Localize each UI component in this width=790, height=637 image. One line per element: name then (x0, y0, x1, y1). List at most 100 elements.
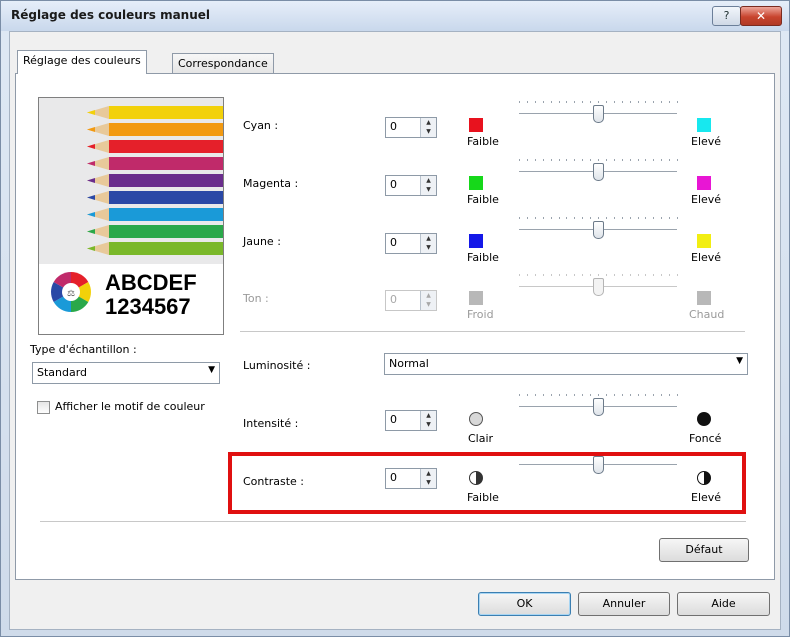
low-label: Faible (467, 135, 499, 148)
high-label: Elevé (691, 135, 722, 148)
row-label: Cyan : (243, 119, 279, 132)
color-wheel-icon: ⚖ (49, 270, 93, 314)
row-spinner: 0 ▲ ▼ (385, 290, 437, 311)
preview-text-digits: 1234567 (105, 294, 191, 319)
spin-up-icon[interactable]: ▲ (421, 411, 436, 420)
pencil-body (109, 157, 223, 170)
spin-up-icon[interactable]: ▲ (421, 234, 436, 243)
slider-thumb[interactable] (593, 278, 604, 296)
high-swatch-icon (697, 118, 711, 132)
sample-type-label: Type d'échantillon : (30, 343, 137, 356)
separator (240, 331, 745, 332)
spin-down-icon[interactable]: ▼ (421, 185, 436, 194)
low-swatch-icon (469, 234, 483, 248)
pencil-body (109, 242, 223, 255)
tab-color-adjustment[interactable]: Réglage des couleurs (17, 50, 147, 74)
spin-up-icon[interactable]: ▲ (421, 118, 436, 127)
cancel-button[interactable]: Annuler (578, 592, 670, 616)
tab-matching[interactable]: Correspondance (172, 53, 274, 74)
sample-type-value: Standard (37, 366, 88, 379)
slider-ticks (519, 394, 678, 397)
row-label: Magenta : (243, 177, 299, 190)
sample-type-select[interactable]: Standard ▼ (32, 362, 220, 384)
chevron-down-icon: ▼ (736, 356, 743, 366)
slider-thumb[interactable] (593, 105, 604, 123)
row-value: 0 (390, 293, 397, 306)
high-swatch-icon (697, 291, 711, 305)
spin-down-icon: ▼ (426, 301, 431, 308)
intensity-slider[interactable] (519, 394, 678, 416)
spin-down-icon[interactable]: ▼ (421, 420, 436, 429)
high-label: Chaud (689, 308, 725, 321)
row-spinner[interactable]: 0 ▲ ▼ (385, 117, 437, 138)
pencil-body (109, 106, 223, 119)
slider-thumb[interactable] (593, 163, 604, 181)
high-label: Elevé (691, 193, 722, 206)
dialog-title: Réglage des couleurs manuel (11, 8, 211, 22)
chevron-down-icon: ▼ (208, 365, 215, 375)
spin-buttons[interactable]: ▲ ▼ (420, 118, 436, 137)
low-label: Faible (467, 193, 499, 206)
pencil-body (109, 174, 223, 187)
high-swatch-icon (697, 234, 711, 248)
dark-circle-icon (697, 412, 711, 426)
show-pattern-checkbox[interactable] (37, 401, 50, 414)
intensity-value: 0 (390, 413, 397, 426)
pencil-body (109, 191, 223, 204)
row-value: 0 (390, 178, 397, 191)
spin-down-icon[interactable]: ▼ (421, 243, 436, 252)
row-label: Ton : (243, 292, 269, 305)
preview-text-letters: ABCDEF (105, 270, 197, 295)
luminosity-select[interactable]: Normal ▼ (384, 353, 748, 375)
high-label: Elevé (691, 251, 722, 264)
spin-buttons: ▲ ▼ (420, 291, 436, 310)
row-slider[interactable] (519, 159, 678, 181)
intensity-label: Intensité : (243, 417, 299, 430)
title-bar: Réglage des couleurs manuel ? ✕ (1, 1, 789, 31)
slider-ticks (519, 274, 678, 277)
default-button[interactable]: Défaut (659, 538, 749, 562)
spin-buttons[interactable]: ▲ ▼ (420, 411, 436, 430)
spin-up-icon: ▲ (426, 292, 431, 299)
intensity-spinner[interactable]: 0 ▲ ▼ (385, 410, 437, 431)
luminosity-value: Normal (389, 357, 429, 370)
svg-text:⚖: ⚖ (67, 289, 75, 299)
intensity-high-label: Foncé (689, 432, 722, 445)
slider-thumb[interactable] (593, 398, 604, 416)
low-label: Froid (467, 308, 494, 321)
intensity-low-label: Clair (468, 432, 494, 445)
spin-buttons[interactable]: ▲ ▼ (420, 234, 436, 253)
spin-buttons[interactable]: ▲ ▼ (420, 176, 436, 195)
high-swatch-icon (697, 176, 711, 190)
row-slider[interactable] (519, 101, 678, 123)
luminosity-label: Luminosité : (243, 359, 311, 372)
slider-ticks (519, 159, 678, 162)
ok-button[interactable]: OK (478, 592, 571, 616)
show-pattern-label: Afficher le motif de couleur (55, 400, 205, 413)
low-swatch-icon (469, 118, 483, 132)
row-spinner[interactable]: 0 ▲ ▼ (385, 233, 437, 254)
bottom-separator (40, 521, 746, 522)
row-label: Jaune : (243, 235, 281, 248)
pencil-body (109, 208, 223, 221)
low-swatch-icon (469, 176, 483, 190)
close-button[interactable]: ✕ (740, 6, 782, 26)
pencil-body (109, 123, 223, 136)
light-circle-icon (469, 412, 483, 426)
slider-ticks (519, 217, 678, 220)
row-value: 0 (390, 236, 397, 249)
contrast-highlight-box (228, 452, 746, 514)
pencil-body (109, 225, 223, 238)
spin-up-icon[interactable]: ▲ (421, 176, 436, 185)
row-slider[interactable] (519, 217, 678, 239)
low-swatch-icon (469, 291, 483, 305)
low-label: Faible (467, 251, 499, 264)
row-spinner[interactable]: 0 ▲ ▼ (385, 175, 437, 196)
help-button[interactable]: Aide (677, 592, 770, 616)
row-slider (519, 274, 678, 296)
slider-thumb[interactable] (593, 221, 604, 239)
slider-ticks (519, 101, 678, 104)
help-title-button[interactable]: ? (712, 6, 741, 26)
row-value: 0 (390, 120, 397, 133)
spin-down-icon[interactable]: ▼ (421, 127, 436, 136)
